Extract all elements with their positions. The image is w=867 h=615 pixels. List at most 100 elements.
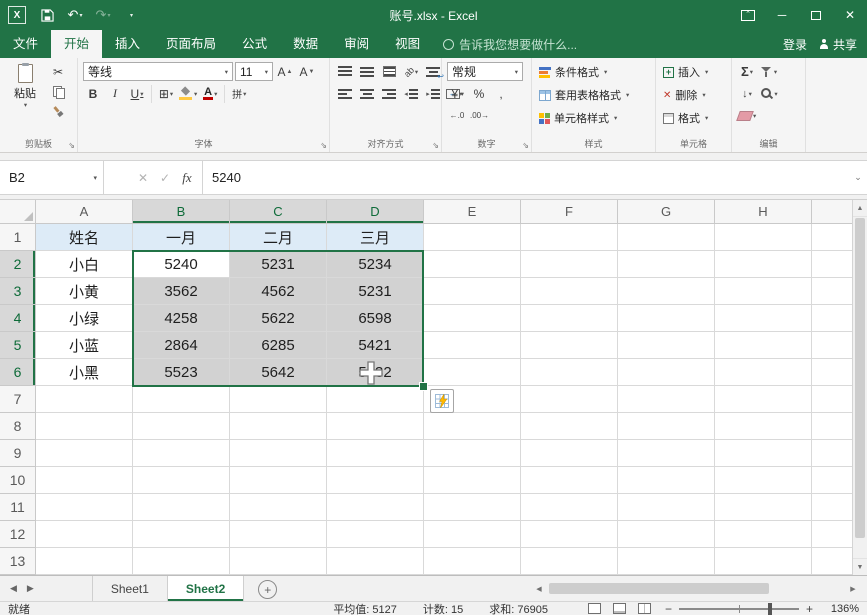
next-sheet-button[interactable]: ▶ — [27, 583, 34, 594]
ribbon-display-options-button[interactable]: ⌃ — [731, 0, 765, 30]
align-middle-button[interactable] — [357, 62, 377, 81]
row-header-6[interactable]: 6 — [0, 359, 36, 386]
page-break-view-button[interactable] — [638, 603, 651, 614]
row-header-12[interactable]: 12 — [0, 521, 36, 548]
clear-button[interactable]: ▾ — [737, 106, 757, 125]
cell-E1[interactable] — [424, 224, 521, 251]
cell-B9[interactable] — [133, 440, 230, 467]
cell-B10[interactable] — [133, 467, 230, 494]
cell-C4[interactable]: 5622 — [230, 305, 327, 332]
cell-F3[interactable] — [521, 278, 618, 305]
cell-G12[interactable] — [618, 521, 715, 548]
cell-F12[interactable] — [521, 521, 618, 548]
row-header-5[interactable]: 5 — [0, 332, 36, 359]
cell-A12[interactable] — [36, 521, 133, 548]
cell-B7[interactable] — [133, 386, 230, 413]
minimize-button[interactable]: ─ — [765, 0, 799, 30]
align-left-button[interactable] — [335, 84, 355, 103]
zoom-slider-thumb[interactable] — [768, 603, 772, 615]
cell-C6[interactable]: 5642 — [230, 359, 327, 386]
row-header-1[interactable]: 1 — [0, 224, 36, 251]
share-button[interactable]: 共享 — [819, 36, 857, 53]
cell-A11[interactable] — [36, 494, 133, 521]
cell-H7[interactable] — [715, 386, 812, 413]
paste-button[interactable]: 粘贴 ▾ — [5, 62, 45, 121]
cell-B1[interactable]: 一月 — [133, 224, 230, 251]
ribbon-tab-视图[interactable]: 视图 — [382, 30, 433, 58]
autosum-button[interactable]: Σ▾ — [737, 62, 757, 81]
cell-D5[interactable]: 5421 — [327, 332, 424, 359]
cell-G6[interactable] — [618, 359, 715, 386]
cell-D6[interactable]: 5532 — [327, 359, 424, 386]
cell-F11[interactable] — [521, 494, 618, 521]
cell-A8[interactable] — [36, 413, 133, 440]
enter-formula-button[interactable]: ✓ — [154, 171, 176, 185]
cell-D3[interactable]: 5231 — [327, 278, 424, 305]
cell-B4[interactable]: 4258 — [133, 305, 230, 332]
cell-D12[interactable] — [327, 521, 424, 548]
align-center-button[interactable] — [357, 84, 377, 103]
align-top-button[interactable] — [335, 62, 355, 81]
ribbon-tab-审阅[interactable]: 审阅 — [331, 30, 382, 58]
redo-button[interactable]: ↷▾ — [90, 3, 116, 27]
excel-app-icon[interactable]: X — [8, 6, 26, 24]
cell-C3[interactable]: 4562 — [230, 278, 327, 305]
number-format-select[interactable]: 常规 ▾ — [447, 62, 523, 81]
cell-B3[interactable]: 3562 — [133, 278, 230, 305]
cell-F9[interactable] — [521, 440, 618, 467]
phonetic-guide-button[interactable]: 拼▾ — [229, 84, 249, 103]
row-header-11[interactable]: 11 — [0, 494, 36, 521]
cell-H4[interactable] — [715, 305, 812, 332]
maximize-button[interactable] — [799, 0, 833, 30]
font-name-select[interactable]: 等线 ▾ — [83, 62, 233, 81]
increase-font-size-button[interactable]: A▲ — [275, 62, 295, 81]
decrease-indent-button[interactable]: ◂ — [401, 84, 421, 103]
cell-D9[interactable] — [327, 440, 424, 467]
ribbon-tab-公式[interactable]: 公式 — [229, 30, 280, 58]
cell-F4[interactable] — [521, 305, 618, 332]
cell-C1[interactable]: 二月 — [230, 224, 327, 251]
cell-A2[interactable]: 小白 — [36, 251, 133, 278]
scroll-up-button[interactable]: ▲ — [853, 200, 867, 217]
column-header-B[interactable]: B — [133, 200, 230, 224]
number-dialog-launcher[interactable]: ⇘ — [522, 142, 529, 150]
row-header-7[interactable]: 7 — [0, 386, 36, 413]
cell-F13[interactable] — [521, 548, 618, 575]
cell-F10[interactable] — [521, 467, 618, 494]
sheet-tab-Sheet1[interactable]: Sheet1 — [92, 576, 168, 601]
cell-C8[interactable] — [230, 413, 327, 440]
cell-G10[interactable] — [618, 467, 715, 494]
cell-G2[interactable] — [618, 251, 715, 278]
zoom-in-button[interactable]: + — [806, 602, 813, 615]
row-header-3[interactable]: 3 — [0, 278, 36, 305]
insert-function-button[interactable]: fx — [176, 170, 198, 186]
quick-analysis-button[interactable] — [430, 389, 454, 413]
ribbon-tab-文件[interactable]: 文件 — [0, 30, 51, 58]
column-header-F[interactable]: F — [521, 200, 618, 224]
horizontal-scrollbar[interactable]: ◀ ▶ — [531, 576, 867, 601]
align-bottom-button[interactable] — [379, 62, 399, 81]
cell-A7[interactable] — [36, 386, 133, 413]
underline-button[interactable]: U▾ — [127, 84, 147, 103]
save-button[interactable] — [34, 3, 60, 27]
increase-decimal-button[interactable]: ←.0 — [447, 106, 467, 125]
scroll-right-button[interactable]: ▶ — [845, 581, 861, 597]
cell-styles-button[interactable]: 单元格样式 ▾ — [537, 108, 650, 128]
format-as-table-button[interactable]: 套用表格格式 ▾ — [537, 85, 650, 105]
close-button[interactable]: ✕ — [833, 0, 867, 30]
cell-E2[interactable] — [424, 251, 521, 278]
sort-filter-button[interactable]: ▾ — [759, 62, 779, 81]
ribbon-tab-插入[interactable]: 插入 — [102, 30, 153, 58]
cell-B6[interactable]: 5523 — [133, 359, 230, 386]
cell-A6[interactable]: 小黑 — [36, 359, 133, 386]
zoom-out-button[interactable]: − — [665, 602, 672, 615]
cell-D2[interactable]: 5234 — [327, 251, 424, 278]
column-header-A[interactable]: A — [36, 200, 133, 224]
column-header-C[interactable]: C — [230, 200, 327, 224]
cell-E13[interactable] — [424, 548, 521, 575]
cell-B13[interactable] — [133, 548, 230, 575]
orientation-button[interactable]: ab▾ — [401, 62, 421, 81]
cell-G4[interactable] — [618, 305, 715, 332]
alignment-dialog-launcher[interactable]: ⇘ — [432, 142, 439, 150]
cell-E9[interactable] — [424, 440, 521, 467]
